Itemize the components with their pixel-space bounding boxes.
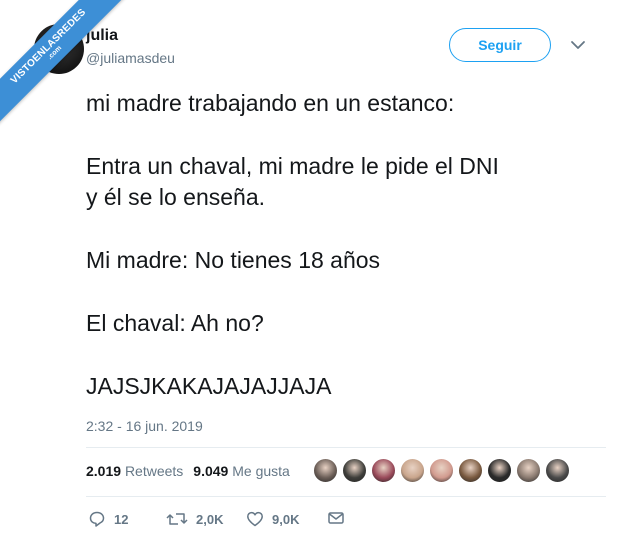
liker-avatar-7[interactable]	[487, 458, 512, 483]
tweet-text: mi madre trabajando en un estanco: Entra…	[86, 88, 606, 402]
divider	[86, 496, 606, 497]
follow-button[interactable]: Seguir	[449, 28, 551, 62]
reply-count: 12	[114, 511, 129, 527]
liker-avatar-5[interactable]	[429, 458, 454, 483]
likes-label: Me gusta	[232, 463, 290, 479]
likes-count: 9.049	[193, 463, 229, 479]
reply-icon	[89, 511, 105, 527]
liker-avatar-4[interactable]	[400, 458, 425, 483]
tweet-timestamp[interactable]: 2:32 - 16 jun. 2019	[86, 418, 203, 434]
tweet-line: y él se lo enseña.	[86, 184, 266, 210]
liker-avatar-9[interactable]	[545, 458, 570, 483]
chevron-down-icon[interactable]	[569, 38, 587, 52]
likes-stat[interactable]: 9.049 Me gusta	[193, 463, 290, 479]
reply-action[interactable]: 12	[88, 510, 128, 528]
tweet-line: Mi madre: No tienes 18 años	[86, 247, 381, 273]
envelope-icon	[328, 512, 344, 524]
liker-avatar-2[interactable]	[342, 458, 367, 483]
retweet-action[interactable]: 2,0K	[166, 510, 223, 528]
tweet-line: El chaval: Ah no?	[86, 310, 264, 336]
retweet-icon	[166, 513, 188, 525]
engagement-stats: 2.019 Retweets 9.049 Me gusta	[86, 463, 290, 479]
author-handle[interactable]: @juliamasdeu	[86, 50, 175, 66]
like-count: 9,0K	[272, 511, 300, 527]
liker-avatar-6[interactable]	[458, 458, 483, 483]
retweets-stat[interactable]: 2.019 Retweets	[86, 463, 183, 479]
retweets-label: Retweets	[124, 463, 184, 479]
heart-icon	[247, 511, 263, 527]
liker-avatar-1[interactable]	[313, 458, 338, 483]
message-action[interactable]	[327, 510, 345, 526]
retweets-count: 2.019	[86, 463, 122, 479]
retweet-count: 2,0K	[196, 511, 224, 527]
tweet-line: mi madre trabajando en un estanco:	[86, 90, 455, 116]
liker-avatar-8[interactable]	[516, 458, 541, 483]
divider	[86, 447, 606, 448]
tweet-line: Entra un chaval, mi madre le pide el DNI	[86, 153, 499, 179]
tweet-line: JAJSJKAKAJAJAJJAJA	[86, 373, 332, 399]
liker-avatar-3[interactable]	[371, 458, 396, 483]
like-action[interactable]: 9,0K	[246, 510, 299, 528]
